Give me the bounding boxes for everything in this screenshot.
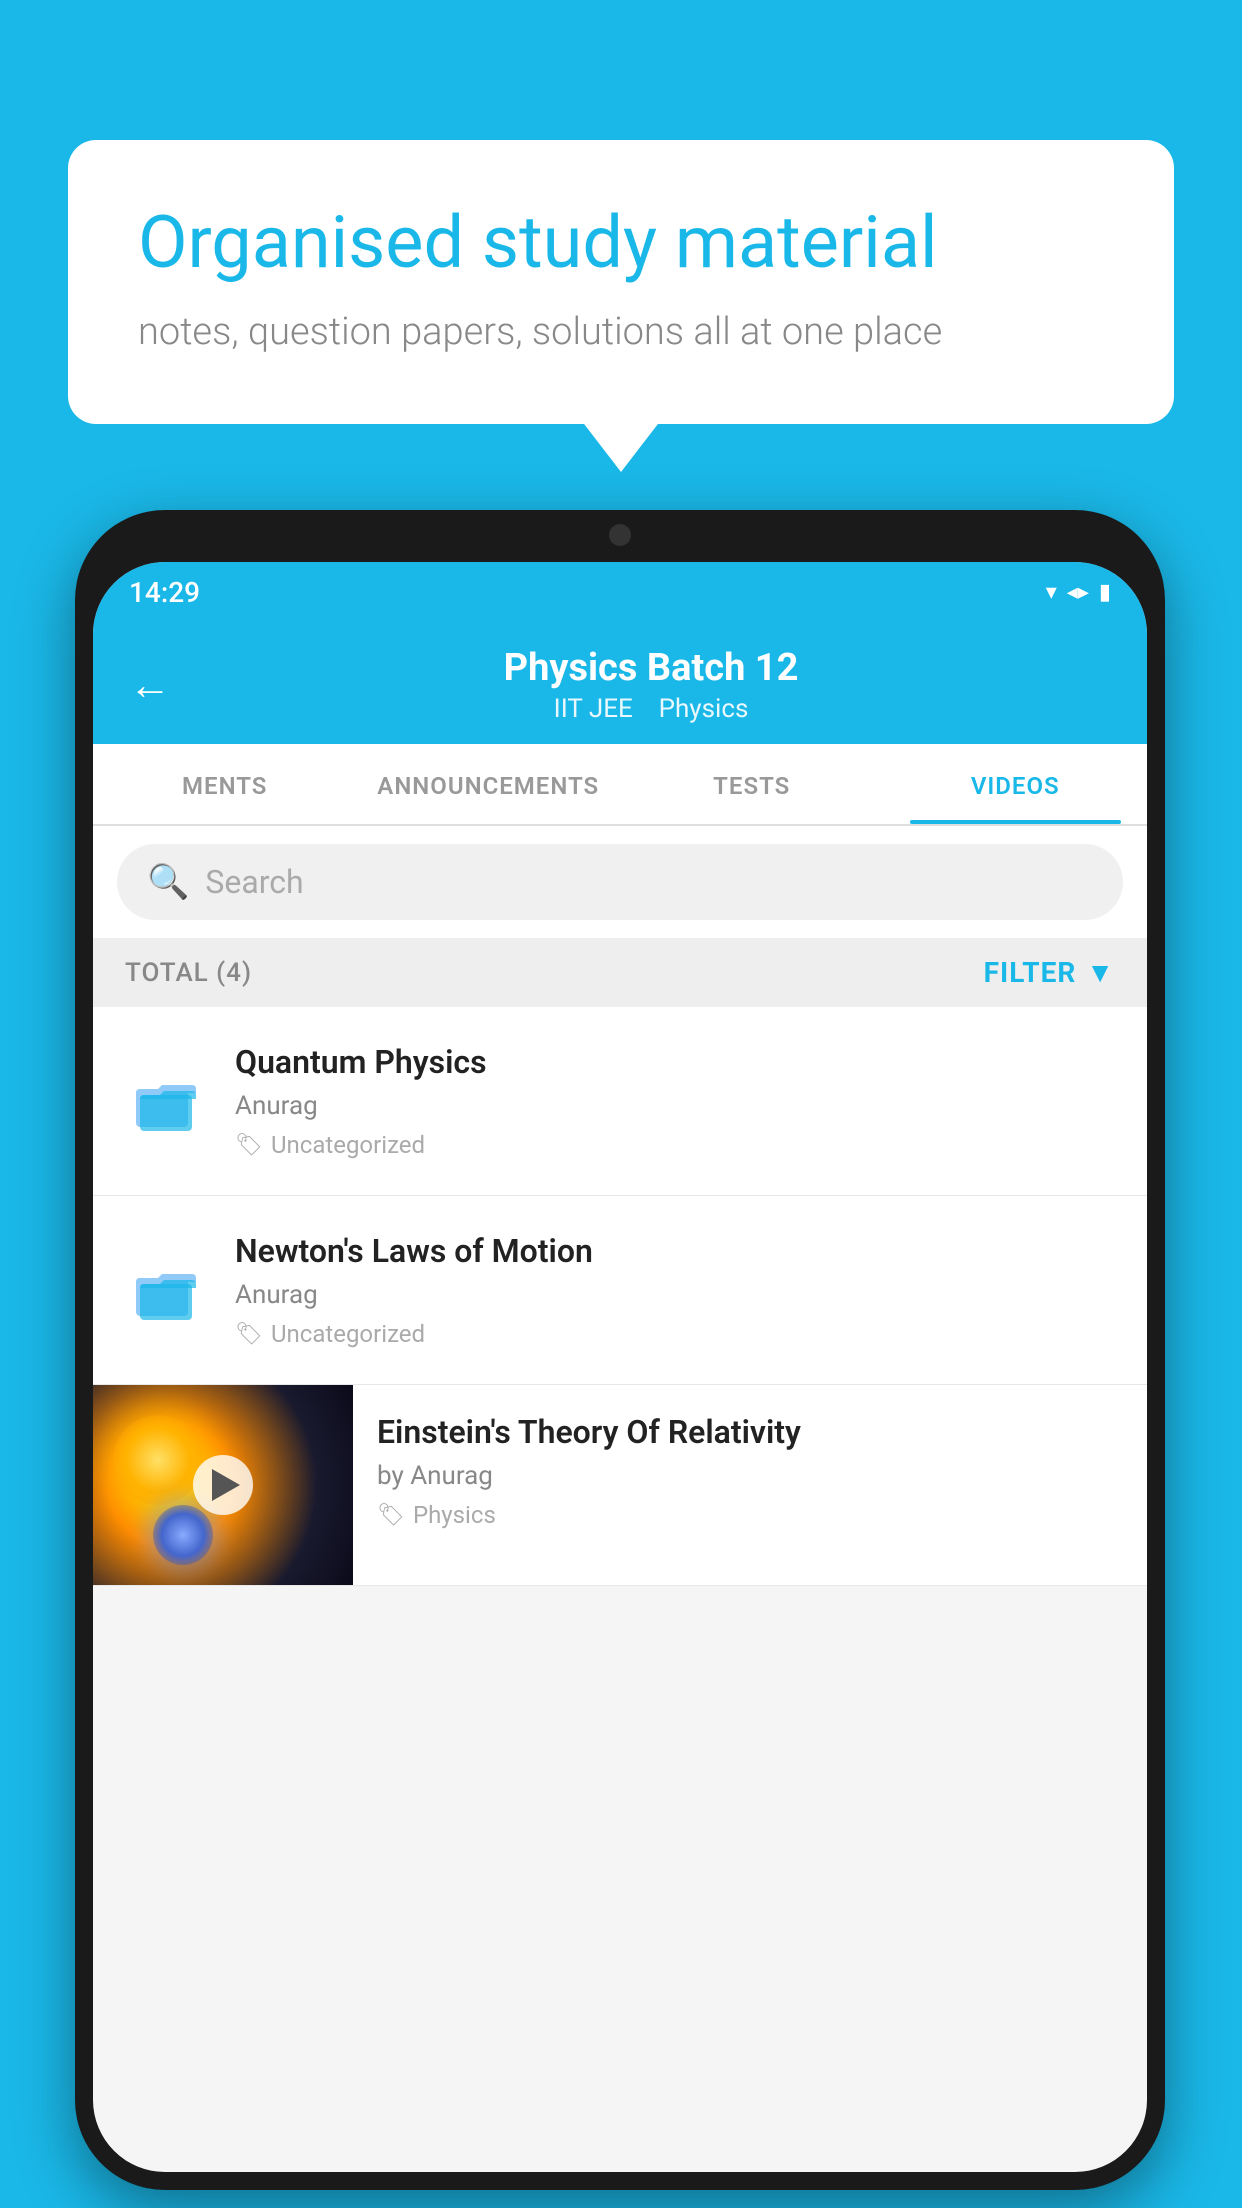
header-title-block: Physics Batch 12 IIT JEE Physics: [191, 646, 1111, 724]
header-title: Physics Batch 12: [191, 646, 1111, 690]
play-button[interactable]: [193, 1455, 253, 1515]
tag-text: Physics: [413, 1501, 496, 1529]
tag-text: Uncategorized: [271, 1320, 425, 1348]
filter-bar: TOTAL (4) FILTER ▼: [93, 938, 1147, 1007]
tag-icon: 🏷: [377, 1503, 405, 1528]
tab-ments[interactable]: MENTS: [93, 744, 357, 824]
status-icons: ▾ ◂▸ ▮: [1046, 580, 1111, 605]
video-title: Einstein's Theory Of Relativity: [377, 1413, 1123, 1451]
filter-button[interactable]: FILTER ▼: [984, 956, 1115, 989]
video-tag: 🏷 Physics: [377, 1501, 1123, 1529]
video-author: by Anurag: [377, 1461, 1123, 1491]
video-list: Quantum Physics Anurag 🏷 Uncategorized: [93, 1007, 1147, 1586]
wifi-icon: ▾: [1046, 580, 1057, 605]
tabs-bar: MENTS ANNOUNCEMENTS TESTS VIDEOS: [93, 744, 1147, 826]
video-info-einstein: Einstein's Theory Of Relativity by Anura…: [353, 1385, 1147, 1557]
tab-videos[interactable]: VIDEOS: [884, 744, 1148, 824]
header-subtitle: IIT JEE Physics: [191, 694, 1111, 724]
search-box[interactable]: 🔍 Search: [117, 844, 1123, 920]
bubble-title: Organised study material: [138, 200, 1104, 286]
list-item[interactable]: Newton's Laws of Motion Anurag 🏷 Uncateg…: [93, 1196, 1147, 1385]
camera: [609, 524, 631, 546]
video-author: Anurag: [235, 1091, 1119, 1121]
tab-announcements[interactable]: ANNOUNCEMENTS: [357, 744, 621, 824]
video-tag: 🏷 Uncategorized: [235, 1131, 1119, 1159]
bubble-subtitle: notes, question papers, solutions all at…: [138, 310, 1104, 354]
tag-text: Uncategorized: [271, 1131, 425, 1159]
back-button[interactable]: ←: [129, 661, 171, 710]
tag-icon: 🏷: [235, 1322, 263, 1347]
status-bar: 14:29 ▾ ◂▸ ▮: [93, 562, 1147, 622]
video-title: Newton's Laws of Motion: [235, 1232, 1119, 1270]
phone-frame: 14:29 ▾ ◂▸ ▮ ← Physics Batch 12 IIT JEE …: [75, 510, 1165, 2190]
tab-tests[interactable]: TESTS: [620, 744, 884, 824]
battery-icon: ▮: [1099, 580, 1111, 605]
list-item[interactable]: Einstein's Theory Of Relativity by Anura…: [93, 1385, 1147, 1586]
play-triangle-icon: [212, 1469, 240, 1501]
folder-icon: [130, 1065, 202, 1137]
phone-screen: 14:29 ▾ ◂▸ ▮ ← Physics Batch 12 IIT JEE …: [93, 562, 1147, 2172]
search-container: 🔍 Search: [93, 826, 1147, 938]
search-icon: 🔍: [147, 862, 189, 902]
speech-bubble: Organised study material notes, question…: [68, 140, 1174, 424]
status-time: 14:29: [129, 576, 200, 609]
tag-icon: 🏷: [235, 1133, 263, 1158]
filter-label: FILTER: [984, 956, 1077, 989]
video-tag: 🏷 Uncategorized: [235, 1320, 1119, 1348]
folder-icon: [130, 1254, 202, 1326]
einstein-thumbnail: [93, 1385, 353, 1585]
notch: [520, 510, 720, 562]
filter-icon: ▼: [1086, 956, 1115, 989]
search-placeholder: Search: [205, 863, 303, 901]
space-orb-2: [153, 1505, 213, 1565]
subtitle-physics: Physics: [659, 694, 749, 724]
total-count: TOTAL (4): [125, 958, 252, 988]
folder-thumb-quantum: [121, 1056, 211, 1146]
folder-thumb-newton: [121, 1245, 211, 1335]
space-orb-1: [113, 1415, 203, 1505]
video-author: Anurag: [235, 1280, 1119, 1310]
signal-icon: ◂▸: [1067, 580, 1089, 605]
video-title: Quantum Physics: [235, 1043, 1119, 1081]
video-info-quantum: Quantum Physics Anurag 🏷 Uncategorized: [235, 1043, 1119, 1159]
speech-bubble-container: Organised study material notes, question…: [68, 140, 1174, 424]
app-header: ← Physics Batch 12 IIT JEE Physics: [93, 622, 1147, 744]
list-item[interactable]: Quantum Physics Anurag 🏷 Uncategorized: [93, 1007, 1147, 1196]
video-info-newton: Newton's Laws of Motion Anurag 🏷 Uncateg…: [235, 1232, 1119, 1348]
subtitle-iit: IIT JEE: [554, 694, 633, 724]
